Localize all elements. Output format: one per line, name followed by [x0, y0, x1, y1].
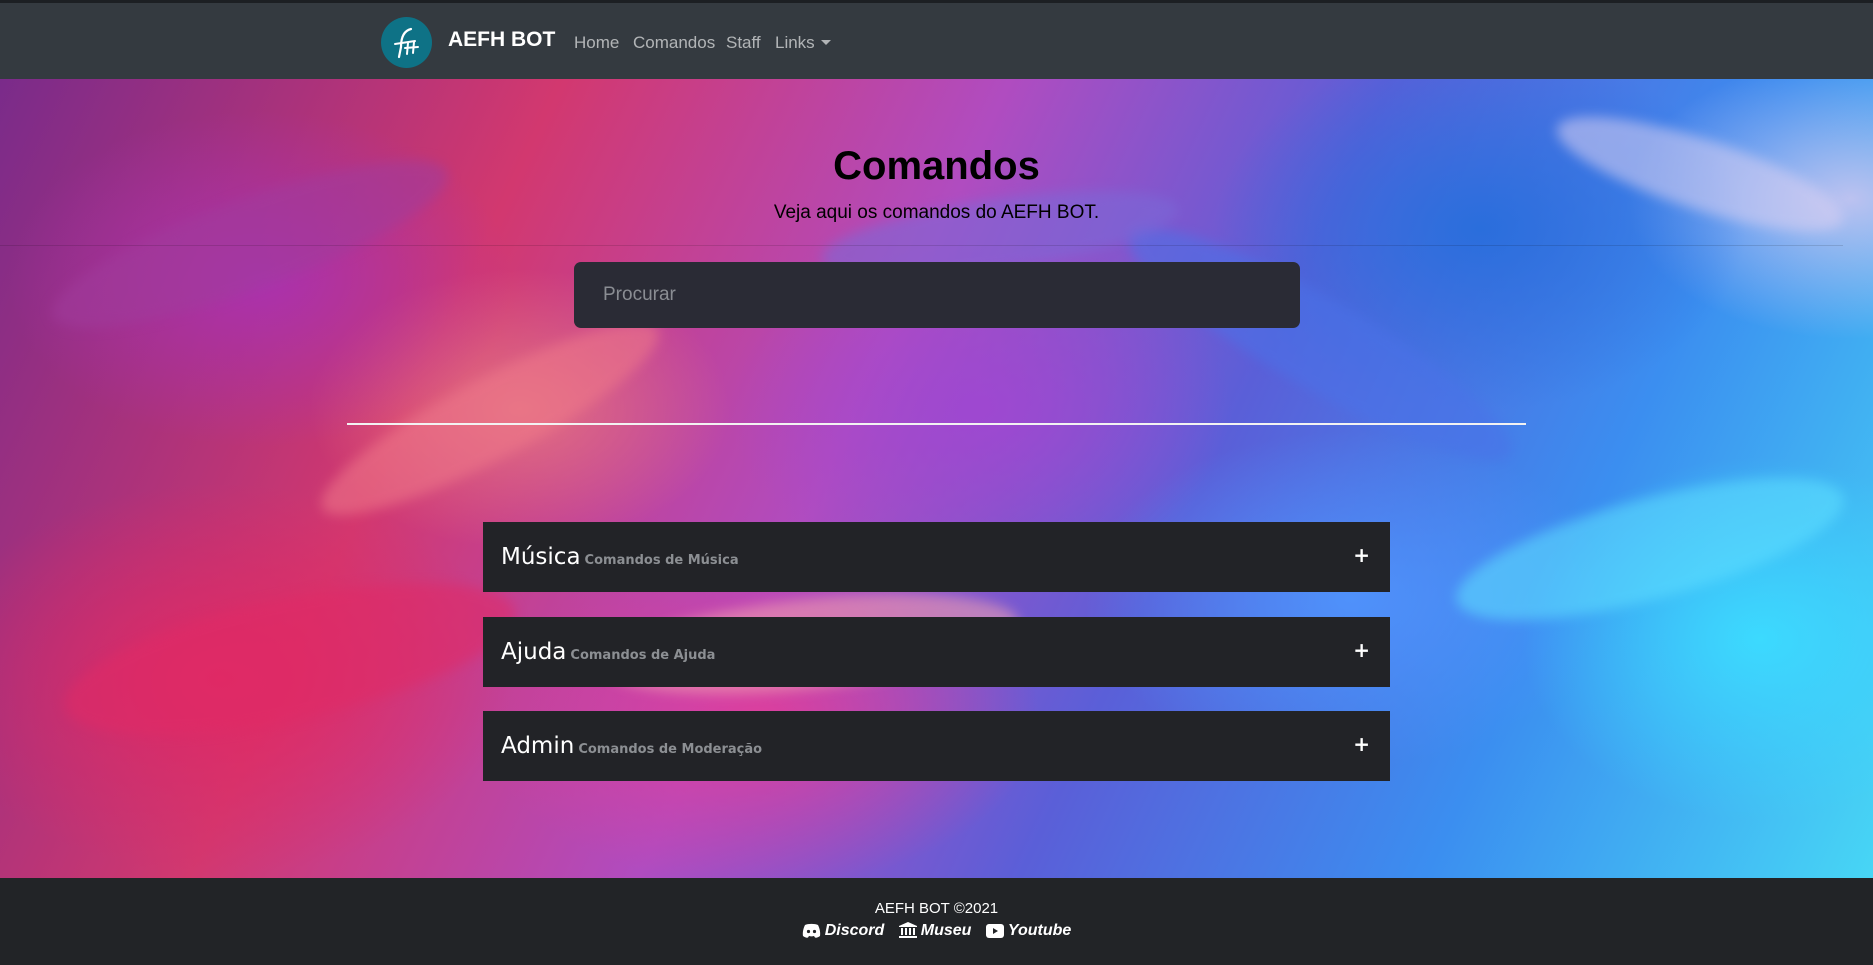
footer-links: Discord Museu Youtube: [0, 922, 1873, 940]
category-title: Música Comandos de Música: [501, 544, 739, 570]
nav-home[interactable]: Home: [574, 33, 619, 53]
nav-links-label: Links: [775, 33, 815, 52]
category-name: Ajuda: [501, 639, 567, 665]
nav-staff[interactable]: Staff: [726, 33, 761, 53]
footer-link-label: Museu: [920, 922, 972, 939]
brand-name[interactable]: AEFH BOT: [448, 28, 555, 52]
category-title: Ajuda Comandos de Ajuda: [501, 639, 715, 665]
bg-streak: [303, 294, 677, 544]
page-title: Comandos: [833, 144, 1040, 188]
page-subtitle: Veja aqui os comandos do AEFH BOT.: [773, 202, 1100, 223]
category-ajuda[interactable]: Ajuda Comandos de Ajuda +: [483, 617, 1390, 687]
expand-plus-icon[interactable]: +: [1353, 543, 1370, 567]
navbar: AEFH BOT Home Comandos Staff Links: [0, 0, 1873, 79]
bg-streak: [52, 552, 528, 766]
category-title: Admin Comandos de Moderação: [501, 733, 762, 759]
aefh-logo-icon[interactable]: [381, 17, 432, 68]
youtube-icon: [985, 924, 1004, 938]
category-description: Comandos de Moderação: [578, 742, 763, 757]
divider: [0, 245, 1843, 246]
copyright: AEFH BOT ©2021: [874, 900, 999, 917]
category-name: Admin: [501, 733, 575, 759]
caret-down-icon: [820, 40, 831, 45]
category-description: Comandos de Música: [584, 553, 739, 568]
category-description: Comandos de Ajuda: [570, 648, 716, 663]
category-name: Música: [501, 544, 581, 570]
category-musica[interactable]: Música Comandos de Música +: [483, 522, 1390, 592]
divider: [347, 423, 1526, 425]
museum-icon: [898, 922, 917, 938]
expand-plus-icon[interactable]: +: [1353, 638, 1370, 662]
footer: AEFH BOT ©2021 Discord Museu Youtube: [0, 878, 1873, 965]
bg-streak: [1443, 448, 1857, 650]
category-admin[interactable]: Admin Comandos de Moderação +: [483, 711, 1390, 781]
bg-streak: [1106, 195, 1534, 493]
search-input[interactable]: [574, 262, 1300, 328]
footer-link-youtube[interactable]: Youtube: [985, 922, 1072, 940]
footer-link-label: Youtube: [1007, 922, 1072, 939]
footer-link-discord[interactable]: Discord: [802, 922, 885, 940]
footer-link-museu[interactable]: Museu: [898, 922, 972, 940]
expand-plus-icon[interactable]: +: [1353, 732, 1370, 756]
nav-links-dropdown[interactable]: Links: [775, 33, 831, 53]
footer-link-label: Discord: [824, 922, 885, 939]
discord-icon: [802, 923, 820, 938]
nav-comandos[interactable]: Comandos: [633, 33, 715, 53]
